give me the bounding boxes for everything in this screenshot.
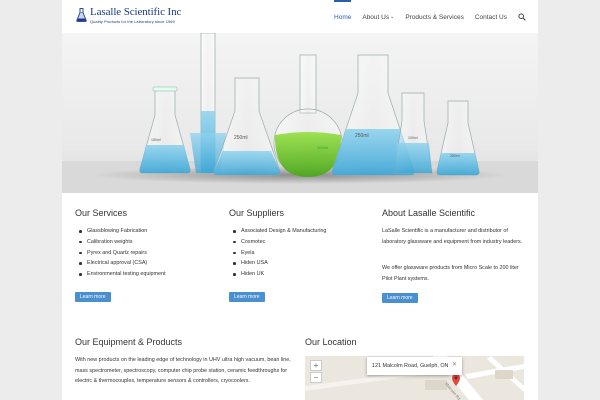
- nav-home-label: Home: [334, 13, 352, 21]
- about-title: About Lasalle Scientific: [382, 208, 476, 218]
- equipment-title: Our Equipment & Products: [75, 337, 183, 347]
- main-nav: Home About Us ⌄ Products & Services Cont…: [323, 0, 526, 34]
- flask-logo-icon: [76, 8, 87, 22]
- site-header: Lasalle Scientific Inc Quality Products …: [62, 0, 538, 34]
- list-item: Eyela: [229, 248, 326, 259]
- flask-5: 250ml: [436, 100, 480, 176]
- list-item: Glassblowing Fabrication: [75, 226, 166, 237]
- nav-home[interactable]: Home: [334, 0, 352, 34]
- map-info-window: 121 Malcolm Road, Guelph, ON ✕: [367, 357, 462, 375]
- about-learn-more-button[interactable]: Learn more: [382, 293, 418, 303]
- list-item: Environmental testing equipment: [75, 269, 166, 280]
- nav-products-services[interactable]: Products & Services: [405, 0, 464, 34]
- map-address: 121 Malcolm Road, Guelph, ON: [372, 363, 449, 369]
- hero-banner: 250ml 100ml 250ml 100ml 250ml 150ml: [62, 33, 538, 193]
- about-paragraph-1: LaSalle Scientific is a manufacturer and…: [382, 228, 523, 245]
- list-item: Calibration weights: [75, 237, 166, 248]
- services-learn-more-button[interactable]: Learn more: [75, 292, 111, 302]
- about-paragraph-2: We offer glassware products from Micro S…: [382, 265, 519, 282]
- logo-tagline: Quality Products for the Laboratory sinc…: [90, 19, 175, 24]
- location-title: Our Location: [305, 337, 357, 347]
- nav-contact-us[interactable]: Contact Us: [475, 0, 507, 34]
- list-item: Pyrex and Quartz repairs: [75, 248, 166, 259]
- list-item: Associated Design & Manufacturing: [229, 226, 326, 237]
- page: Lasalle Scientific Inc Quality Products …: [62, 0, 538, 400]
- services-title: Our Services: [75, 208, 128, 218]
- logo-name: Lasalle Scientific Inc: [90, 6, 182, 18]
- flask-3-label: 250ml: [355, 133, 369, 139]
- equipment-text: With new products on the leading edge of…: [75, 357, 291, 385]
- hero-image: 250ml 100ml 250ml 100ml 250ml 150ml: [62, 33, 538, 193]
- suppliers-list: Associated Design & Manufacturing Cosmot…: [229, 226, 326, 280]
- nav-about-us-label: About Us: [362, 13, 390, 21]
- search-icon[interactable]: [518, 13, 526, 21]
- nav-contact-label: Contact Us: [474, 13, 507, 21]
- flask-2-label: 250ml: [234, 135, 248, 141]
- nav-products-label: Products & Services: [405, 13, 464, 21]
- flask-green-label: 100ml: [317, 145, 328, 150]
- nav-about-us[interactable]: About Us ⌄: [362, 0, 394, 34]
- services-list: Glassblowing Fabrication Calibration wei…: [75, 226, 166, 280]
- flask-2: 250ml: [213, 77, 281, 176]
- suppliers-title: Our Suppliers: [229, 208, 285, 218]
- zoom-in-button[interactable]: +: [310, 360, 322, 371]
- flask-1-label: 150ml: [151, 138, 161, 142]
- list-item: Electrical approval (CSA): [75, 258, 166, 269]
- flask-green: 100ml: [273, 54, 343, 178]
- flask-1: [139, 86, 191, 174]
- logo[interactable]: Lasalle Scientific Inc Quality Products …: [76, 7, 181, 24]
- list-item: Hiden UK: [229, 269, 326, 280]
- suppliers-learn-more-button[interactable]: Learn more: [229, 292, 265, 302]
- close-icon[interactable]: ✕: [452, 357, 457, 373]
- flask-4-label: 100ml: [408, 136, 418, 140]
- list-item: Hiden USA: [229, 258, 326, 269]
- zoom-out-button[interactable]: −: [310, 372, 322, 383]
- flask-5-label: 250ml: [450, 154, 460, 158]
- list-item: Cosmotec: [229, 237, 326, 248]
- chevron-down-icon: ⌄: [390, 14, 395, 20]
